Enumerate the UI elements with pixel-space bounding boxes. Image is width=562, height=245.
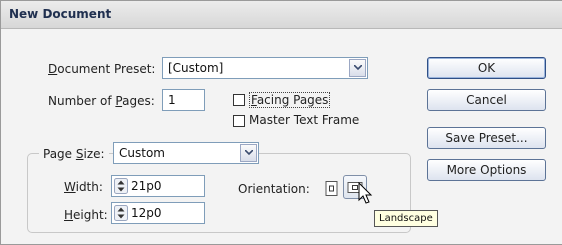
master-text-frame-label[interactable]: Master Text Frame — [249, 113, 359, 127]
number-of-pages-input[interactable]: 1 — [162, 89, 205, 111]
page-size-label: Page Size: — [39, 147, 109, 161]
chevron-down-icon — [354, 65, 362, 71]
chevron-down-icon — [245, 150, 253, 156]
more-options-button[interactable]: More Options — [427, 159, 546, 181]
mouse-cursor-icon — [358, 182, 373, 204]
dialog-title: New Document — [9, 7, 112, 21]
orientation-tooltip: Landscape — [374, 210, 438, 227]
new-document-dialog: New Document Document Preset: [Custom] N… — [0, 0, 562, 245]
facing-pages-label[interactable]: Facing Pages — [249, 92, 331, 108]
width-label: Width: — [64, 180, 103, 194]
height-label: Height: — [64, 208, 108, 222]
page-size-dropdown-button[interactable] — [240, 144, 257, 162]
document-preset-label: Document Preset: — [48, 62, 156, 76]
portrait-orientation-button[interactable] — [321, 178, 342, 199]
width-value: 21p0 — [131, 179, 162, 193]
master-text-frame-checkbox[interactable] — [233, 115, 245, 127]
number-of-pages-label: Number of Pages: — [48, 94, 155, 108]
stepper-icon[interactable] — [114, 205, 128, 221]
page-size-value: Custom — [119, 146, 165, 160]
facing-pages-checkbox[interactable] — [233, 94, 245, 106]
width-input[interactable]: 21p0 — [111, 175, 205, 197]
orientation-label: Orientation: — [238, 182, 310, 196]
cancel-button[interactable]: Cancel — [427, 89, 546, 111]
title-bar: New Document — [1, 1, 562, 29]
height-input[interactable]: 12p0 — [111, 202, 205, 224]
ok-button[interactable]: OK — [427, 57, 546, 79]
save-preset-button[interactable]: Save Preset... — [427, 127, 546, 149]
page-size-select[interactable]: Custom — [113, 142, 259, 164]
document-preset-value: [Custom] — [168, 61, 224, 75]
portrait-icon — [325, 181, 338, 196]
document-preset-select[interactable]: [Custom] — [162, 57, 368, 79]
height-value: 12p0 — [131, 206, 162, 220]
stepper-icon[interactable] — [114, 178, 128, 194]
preset-dropdown-button[interactable] — [349, 59, 366, 77]
